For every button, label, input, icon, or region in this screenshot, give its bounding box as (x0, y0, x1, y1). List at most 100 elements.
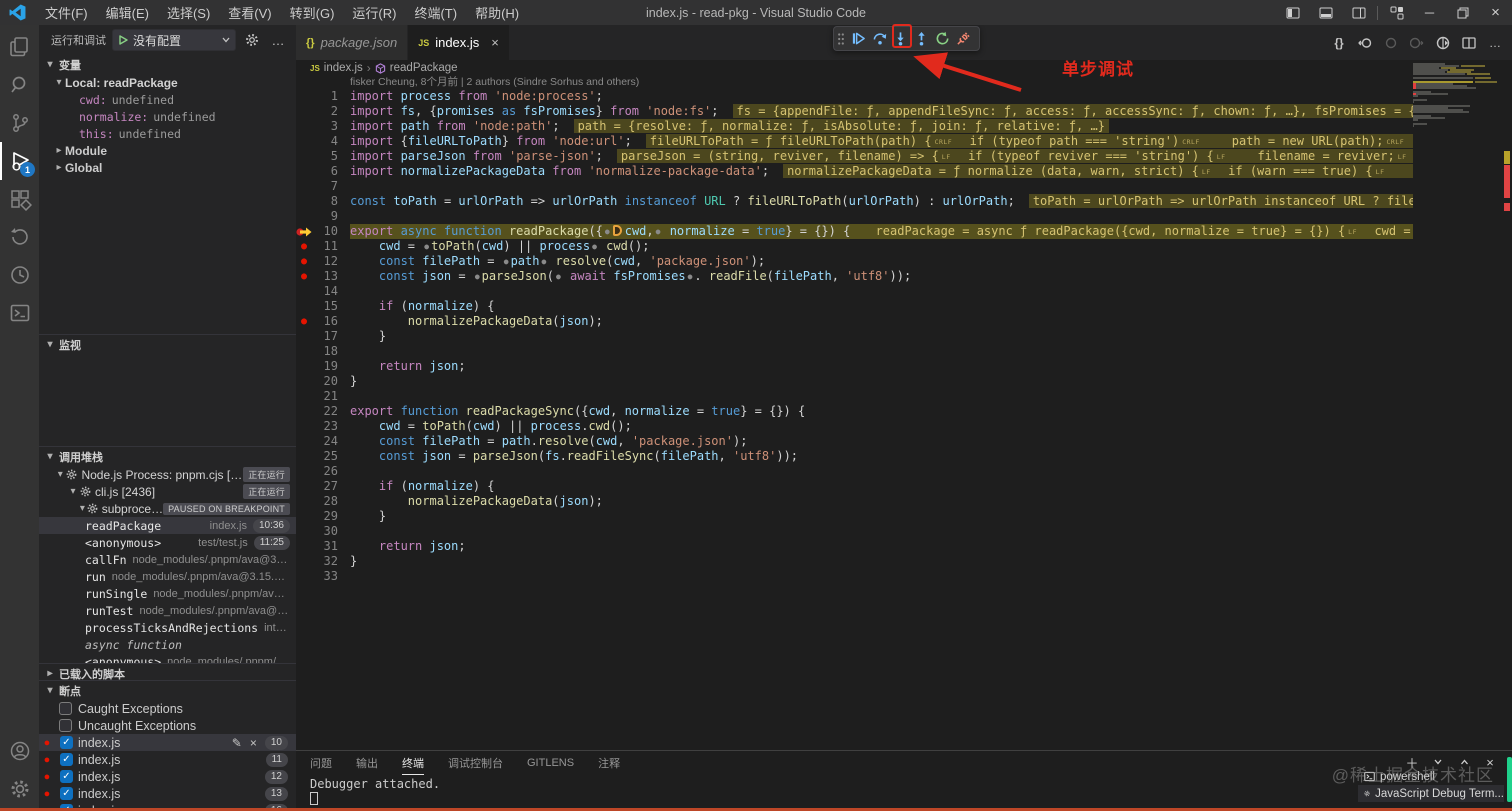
gutter[interactable]: 4 (296, 134, 350, 149)
code-line[interactable]: 4import {fileURLToPath} from 'node:url';… (296, 134, 1512, 149)
gutter[interactable]: 7 (296, 179, 350, 194)
terminal-item-js-debug[interactable]: JavaScript Debug Term... (1358, 785, 1504, 802)
loaded-scripts-header[interactable]: ▸已载入的脚本 (39, 664, 296, 680)
checkbox-checked[interactable]: ✓ (60, 753, 73, 766)
gutter[interactable]: 33 (296, 569, 350, 584)
more-actions-icon[interactable]: … (268, 29, 288, 51)
code-line[interactable]: ●13 const json = ●parseJson(● await fsPr… (296, 269, 1512, 284)
minimize-button[interactable]: ─ (1413, 0, 1446, 25)
menu-item-h[interactable]: 帮助(H) (466, 0, 528, 25)
menu-item-t[interactable]: 终端(T) (405, 0, 466, 25)
code-line[interactable]: 30 (296, 524, 1512, 539)
breakpoint-row[interactable]: ●✓index.js✎×10 (39, 734, 296, 751)
call-stack-frame[interactable]: <anonymous>node_modules/.pnpm/ava... (39, 653, 296, 663)
code-line[interactable]: 26 (296, 464, 1512, 479)
tab-index-js[interactable]: JS index.js × (408, 25, 510, 60)
call-stack-header[interactable]: ▾调用堆栈 (39, 447, 296, 466)
call-stack-frame[interactable]: runnode_modules/.pnpm/ava@3.15.0/n... (39, 568, 296, 585)
breakpoint-row[interactable]: ●✓index.js13 (39, 785, 296, 802)
gutter[interactable]: 22 (296, 404, 350, 419)
layout-panel-icon[interactable] (1309, 0, 1342, 25)
gutter[interactable]: 28 (296, 494, 350, 509)
scope-global[interactable]: ▸Global (39, 159, 296, 176)
code-line[interactable]: 7 (296, 179, 1512, 194)
close-button[interactable]: × (1479, 0, 1512, 25)
variables-header[interactable]: ▾变量 (39, 55, 296, 74)
account-icon[interactable] (0, 732, 39, 770)
code-line[interactable]: 21 (296, 389, 1512, 404)
current-line-pointer-icon[interactable] (296, 226, 312, 238)
call-stack-session[interactable]: ▾cli.js [2436]正在运行 (39, 483, 296, 500)
code-line[interactable]: 10export async function readPackage({●cw… (296, 224, 1512, 239)
variable-row[interactable]: this:undefined (39, 125, 296, 142)
menu-item-g[interactable]: 转到(G) (281, 0, 344, 25)
gutter[interactable]: 24 (296, 434, 350, 449)
panel-tab-注释[interactable]: 注释 (598, 751, 620, 775)
checkbox-unchecked[interactable] (59, 719, 72, 732)
search-icon[interactable] (0, 66, 39, 104)
step-out-icon[interactable] (911, 27, 932, 50)
gutter[interactable]: 17 (296, 329, 350, 344)
gutter[interactable]: 30 (296, 524, 350, 539)
code-line[interactable]: 29 } (296, 509, 1512, 524)
gutter[interactable]: 18 (296, 344, 350, 359)
gutter[interactable]: 8 (296, 194, 350, 209)
gutter[interactable]: 26 (296, 464, 350, 479)
code-line[interactable]: 24 const filePath = path.resolve(cwd, 'p… (296, 434, 1512, 449)
gutter[interactable]: ●12 (296, 254, 350, 269)
layout-sidebar-icon[interactable] (1276, 0, 1309, 25)
call-stack-frame[interactable]: runSinglenode_modules/.pnpm/ava@... (39, 585, 296, 602)
code-line[interactable]: 18 (296, 344, 1512, 359)
gutter[interactable]: 6 (296, 164, 350, 179)
code-line[interactable]: 19 return json; (296, 359, 1512, 374)
step-back-icon[interactable] (1354, 31, 1376, 55)
call-stack-frame[interactable]: <anonymous>test/test.js11:25 (39, 534, 296, 551)
checkbox-checked[interactable]: ✓ (60, 736, 73, 749)
split-editor-icon[interactable] (1458, 31, 1480, 55)
variable-row[interactable]: cwd:undefined (39, 91, 296, 108)
code-line[interactable]: 15 if (normalize) { (296, 299, 1512, 314)
debug-settings-gear-icon[interactable] (242, 29, 262, 51)
code-line[interactable]: ●16 normalizePackageData(json); (296, 314, 1512, 329)
menu-item-r[interactable]: 运行(R) (343, 0, 405, 25)
call-stack-frame[interactable]: readPackageindex.js10:36 (39, 517, 296, 534)
terminal-scroll-indicator[interactable] (1507, 757, 1512, 802)
code-line[interactable]: 9 (296, 209, 1512, 224)
edit-pencil-icon[interactable]: ✎ (232, 736, 242, 750)
code-line[interactable]: 27 if (normalize) { (296, 479, 1512, 494)
run-and-debug-icon[interactable]: 1 (0, 142, 39, 180)
customize-layout-icon[interactable] (1380, 0, 1413, 25)
panel-tab-终端[interactable]: 终端 (402, 751, 424, 775)
gutter[interactable]: ●16 (296, 314, 350, 329)
code-line[interactable]: 23 cwd = toPath(cwd) || process.cwd(); (296, 419, 1512, 434)
disconnect-icon[interactable] (953, 27, 974, 50)
call-stack-session[interactable]: ▾subprocess.js [183...PAUSED ON BREAKPOI… (39, 500, 296, 517)
panel-tab-调试控制台[interactable]: 调试控制台 (448, 751, 503, 775)
step-over-icon[interactable] (869, 27, 890, 50)
extension-terminal-icon[interactable] (0, 294, 39, 332)
remove-icon[interactable]: × (250, 736, 257, 750)
menu-item-f[interactable]: 文件(F) (36, 0, 97, 25)
code-line[interactable]: 31 return json; (296, 539, 1512, 554)
code-line[interactable]: 20} (296, 374, 1512, 389)
code-line[interactable]: 8const toPath = urlOrPath => urlOrPath i… (296, 194, 1512, 209)
menu-item-s[interactable]: 选择(S) (158, 0, 219, 25)
checkbox-checked[interactable]: ✓ (60, 787, 73, 800)
code-line[interactable]: 32} (296, 554, 1512, 569)
call-stack-frame[interactable]: processTicksAndRejectionsinternal/... (39, 619, 296, 636)
gutter[interactable]: 9 (296, 209, 350, 224)
call-stack-session[interactable]: ▾Node.js Process: pnpm.cjs [18612]正在运行 (39, 466, 296, 483)
menu-item-v[interactable]: 查看(V) (219, 0, 280, 25)
gutter[interactable]: 1 (296, 89, 350, 104)
gutter[interactable]: 27 (296, 479, 350, 494)
breakpoint-dot-icon[interactable]: ● (296, 239, 312, 254)
terminal-item-powershell[interactable]: powershell (1358, 768, 1504, 785)
breakpoints-header[interactable]: ▾断点 (39, 681, 296, 700)
gutter[interactable]: 20 (296, 374, 350, 389)
call-stack-frame[interactable]: async function (39, 636, 296, 653)
launch-config-dropdown[interactable]: 没有配置 (112, 29, 236, 51)
breakpoint-dot-icon[interactable]: ● (296, 314, 312, 329)
close-icon[interactable]: × (491, 35, 499, 50)
code-line[interactable]: 14 (296, 284, 1512, 299)
variable-row[interactable]: normalize:undefined (39, 108, 296, 125)
